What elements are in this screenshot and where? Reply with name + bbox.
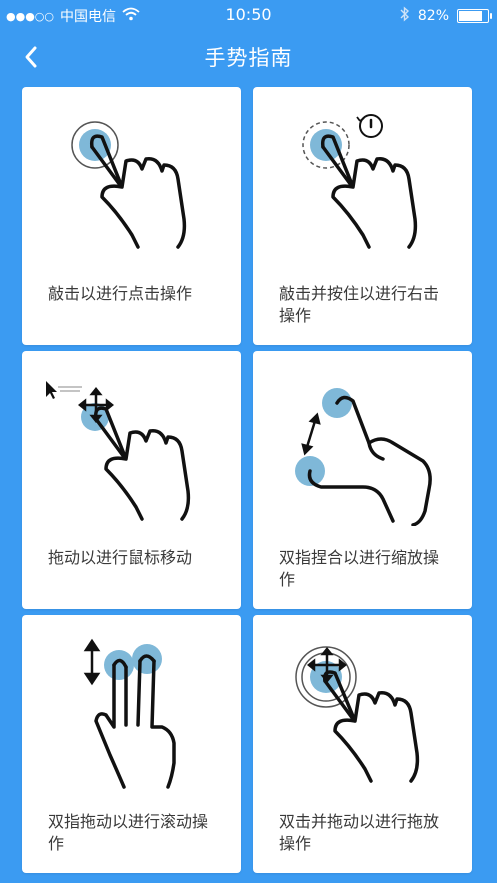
double-tap-drag-gesture-icon xyxy=(295,646,420,783)
gesture-label: 敲击以进行点击操作 xyxy=(48,284,193,303)
status-right: 82% xyxy=(400,6,492,26)
navigation-bar: 手势指南 xyxy=(0,30,497,84)
tap-gesture-icon xyxy=(71,121,187,249)
battery-icon xyxy=(457,9,492,23)
gesture-card-tap-and-hold[interactable]: 敲击并按住以进行右击操作 xyxy=(253,87,472,345)
gesture-card-double-tap-drag[interactable]: 双击并拖动以进行拖放操作 xyxy=(253,615,472,873)
two-finger-scroll-gesture-icon xyxy=(83,638,176,789)
bluetooth-icon xyxy=(400,6,410,26)
cursor-icon xyxy=(46,381,82,399)
drag-gesture-icon xyxy=(46,381,191,521)
pinch-arrow-icon xyxy=(301,412,321,456)
battery-fill xyxy=(459,11,482,21)
gesture-label: 敲击并按住以进行右击操作 xyxy=(279,284,440,325)
gesture-label: 双指拖动以进行滚动操作 xyxy=(48,812,209,853)
gesture-grid: 敲击以进行点击操作 敲击并按住以进行右击操作 拖动以进行鼠标移动 双指捏合以进行… xyxy=(22,87,472,873)
battery-percent: 82% xyxy=(417,8,449,24)
timer-icon xyxy=(356,114,383,138)
gesture-card-two-finger-scroll[interactable]: 双指拖动以进行滚动操作 xyxy=(22,615,241,873)
tap-and-hold-gesture-icon xyxy=(302,114,418,249)
page-title: 手势指南 xyxy=(204,46,293,70)
gesture-card-drag[interactable]: 拖动以进行鼠标移动 xyxy=(22,351,241,609)
gesture-label: 拖动以进行鼠标移动 xyxy=(48,548,193,567)
status-bar: ●●●○○ 中国电信 10:50 82% xyxy=(0,0,497,30)
gesture-card-tap[interactable]: 敲击以进行点击操作 xyxy=(22,87,241,345)
gesture-label: 双指捏合以进行缩放操作 xyxy=(279,548,440,589)
pinch-gesture-icon xyxy=(295,388,432,526)
gesture-label: 双击并拖动以进行拖放操作 xyxy=(279,812,440,853)
vertical-arrows-icon xyxy=(83,638,101,686)
gesture-card-pinch[interactable]: 双指捏合以进行缩放操作 xyxy=(253,351,472,609)
